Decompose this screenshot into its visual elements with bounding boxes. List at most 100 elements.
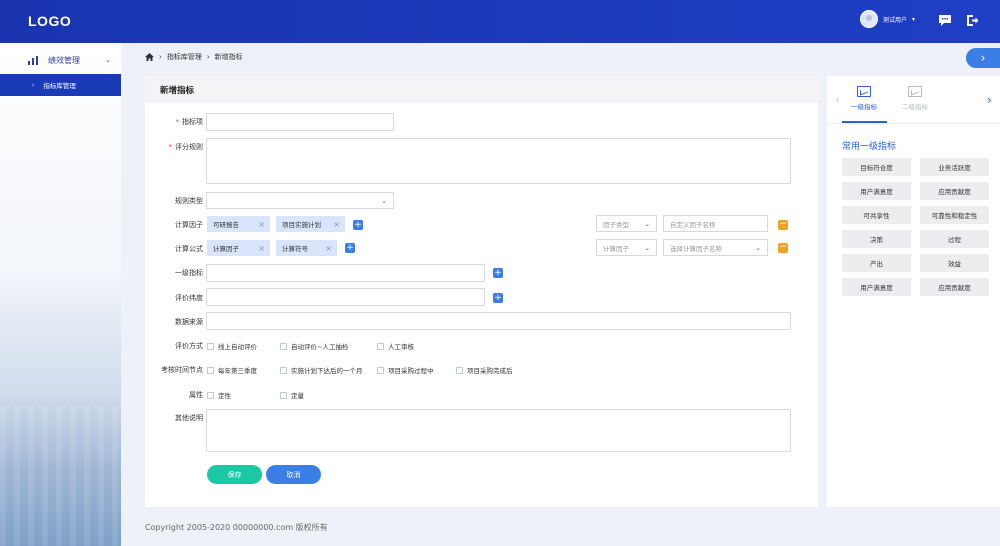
close-icon[interactable]: × [333, 220, 340, 229]
checkbox-label: 自动评价~人工抽检 [291, 343, 349, 351]
breadcrumb-item[interactable]: 指标库管理 [167, 52, 202, 62]
assess-time-checkbox[interactable]: 每年第三季度 [207, 365, 257, 375]
checkbox-box[interactable] [207, 391, 214, 399]
logout-icon[interactable] [964, 12, 980, 28]
indicator-chip[interactable]: 可靠性和稳定性 [920, 206, 989, 224]
indicator-chip[interactable]: 效益 [920, 254, 989, 272]
chart-line-icon [857, 86, 871, 97]
avatar[interactable] [860, 10, 878, 28]
attribute-checkbox[interactable]: 定量 [280, 390, 304, 400]
divider [827, 123, 1000, 124]
user-caret-icon[interactable]: ▾ [912, 16, 915, 23]
rule-type-select[interactable]: ⌄ [206, 192, 394, 209]
assess-time-checkbox[interactable]: 实施计划下达后的一个月 [280, 365, 363, 375]
dimension-input[interactable] [206, 288, 485, 306]
other-notes-textarea[interactable] [206, 409, 791, 452]
user-name[interactable]: 测试用户 [883, 15, 907, 24]
checkbox-box[interactable] [207, 342, 214, 350]
indicator-chip[interactable]: 业务活跃度 [920, 158, 989, 176]
checkbox-box[interactable] [377, 366, 384, 374]
indicator-chip[interactable]: 应用贡献度 [920, 182, 989, 200]
indicator-chip[interactable]: 用户满意度 [842, 182, 911, 200]
close-icon[interactable]: × [258, 220, 265, 229]
scoring-rule-textarea[interactable] [206, 138, 791, 184]
checkbox-box[interactable] [377, 342, 384, 350]
add-factor-button[interactable]: + [353, 220, 363, 230]
chevron-down-icon[interactable]: ⌄ [105, 56, 111, 64]
checkbox-label: 项目采购完成后 [467, 367, 513, 375]
sidebar-item-indicator-library[interactable]: › 指标库管理 [0, 74, 121, 96]
remove-factor-button[interactable]: − [778, 220, 788, 230]
indicator-chip[interactable]: 过程 [920, 230, 989, 248]
indicator-item-input[interactable] [206, 113, 394, 131]
indicator-chip[interactable]: 产出 [842, 254, 911, 272]
checkbox-label: 定性 [218, 392, 231, 400]
label-attribute: 属性 [189, 391, 203, 399]
cancel-button[interactable]: 取消 [266, 465, 321, 484]
eval-method-checkbox[interactable]: 人工审核 [377, 341, 414, 351]
indicator-chip[interactable]: 目标符合度 [842, 158, 911, 176]
formula-tag[interactable]: 计算符号 × [276, 240, 337, 256]
checkbox-label: 线上自动评价 [218, 343, 257, 351]
breadcrumb-separator: › [206, 53, 210, 61]
main-form-panel: 新增指标 指标项 评分规则 规则类型 ⌄ 计算因子 可研报告× 项目实施计划× … [145, 76, 818, 507]
checkbox-box[interactable] [280, 366, 287, 374]
label-scoring-rule: 评分规则 [145, 142, 203, 152]
factor-tag[interactable]: 项目实施计划 × [276, 216, 345, 232]
chevron-left-icon[interactable]: ‹ [835, 93, 840, 107]
label-level1: 一级指标 [175, 269, 203, 277]
level1-input[interactable] [206, 264, 485, 282]
label-data-source: 数据来源 [175, 318, 203, 326]
eval-method-checkbox[interactable]: 自动评价~人工抽检 [280, 341, 348, 351]
indicator-chip[interactable]: 应用贡献度 [920, 278, 989, 296]
factor-type-select[interactable]: 因子类型 ⌄ [596, 215, 657, 232]
bar-chart-icon [28, 55, 38, 65]
factor-tag[interactable]: 可研报告 × [207, 216, 270, 232]
label-indicator-item: 指标项 [145, 117, 203, 127]
select-factor-name-select[interactable]: 选择计算因子名称 ⌄ [663, 239, 768, 256]
add-dimension-button[interactable]: + [493, 293, 503, 303]
chevron-right-icon[interactable]: › [987, 93, 992, 107]
chat-bubble-icon[interactable] [937, 12, 953, 28]
indicator-chip[interactable]: 用户满意度 [842, 278, 911, 296]
checkbox-label: 定量 [291, 392, 304, 400]
close-icon[interactable]: × [258, 244, 265, 253]
attribute-checkbox[interactable]: 定性 [207, 390, 231, 400]
top-header: LOGO 测试用户 ▾ [0, 0, 1000, 43]
chevron-down-icon: ⌄ [381, 196, 387, 205]
tab-level2[interactable]: 二级指标 [895, 86, 935, 111]
add-formula-button[interactable]: + [345, 243, 355, 253]
page-title: 新增指标 [145, 76, 818, 103]
formula-tag[interactable]: 计算因子 × [207, 240, 270, 256]
calc-factor-select[interactable]: 计算因子 ⌄ [596, 239, 657, 256]
label-assess-time: 考核时间节点 [161, 366, 203, 374]
input-placeholder: 自定义因子名称 [670, 220, 716, 229]
assess-time-checkbox[interactable]: 项目采购完成后 [456, 365, 513, 375]
data-source-input[interactable] [206, 312, 791, 330]
expand-panel-button[interactable]: › [966, 48, 1000, 68]
home-icon[interactable] [145, 53, 154, 61]
close-icon[interactable]: × [325, 244, 332, 253]
label-dimension: 评价纬度 [175, 294, 203, 302]
save-button[interactable]: 保存 [207, 465, 262, 484]
logo[interactable]: LOGO [28, 13, 71, 29]
tag-label: 项目实施计划 [282, 221, 321, 229]
remove-formula-button[interactable]: − [778, 243, 788, 253]
checkbox-box[interactable] [207, 366, 214, 374]
assess-time-checkbox[interactable]: 项目采购过程中 [377, 365, 434, 375]
checkbox-box[interactable] [280, 342, 287, 350]
indicator-chip[interactable]: 可共享性 [842, 206, 911, 224]
sidebar-group-performance[interactable]: 绩效管理 ⌄ [0, 49, 121, 71]
indicator-chip[interactable]: 决策 [842, 230, 911, 248]
add-level1-button[interactable]: + [493, 268, 503, 278]
eval-method-checkbox[interactable]: 线上自动评价 [207, 341, 257, 351]
tab-level1[interactable]: 一级指标 [844, 86, 884, 111]
chevron-right-icon: › [32, 81, 35, 89]
checkbox-label: 项目采购过程中 [388, 367, 434, 375]
custom-factor-input[interactable]: 自定义因子名称 [663, 215, 768, 232]
breadcrumb-separator: › [159, 53, 162, 61]
checkbox-box[interactable] [456, 366, 463, 374]
select-placeholder: 选择计算因子名称 [670, 244, 722, 253]
user-menu[interactable]: 测试用户 ▾ [860, 10, 915, 28]
checkbox-box[interactable] [280, 391, 287, 399]
